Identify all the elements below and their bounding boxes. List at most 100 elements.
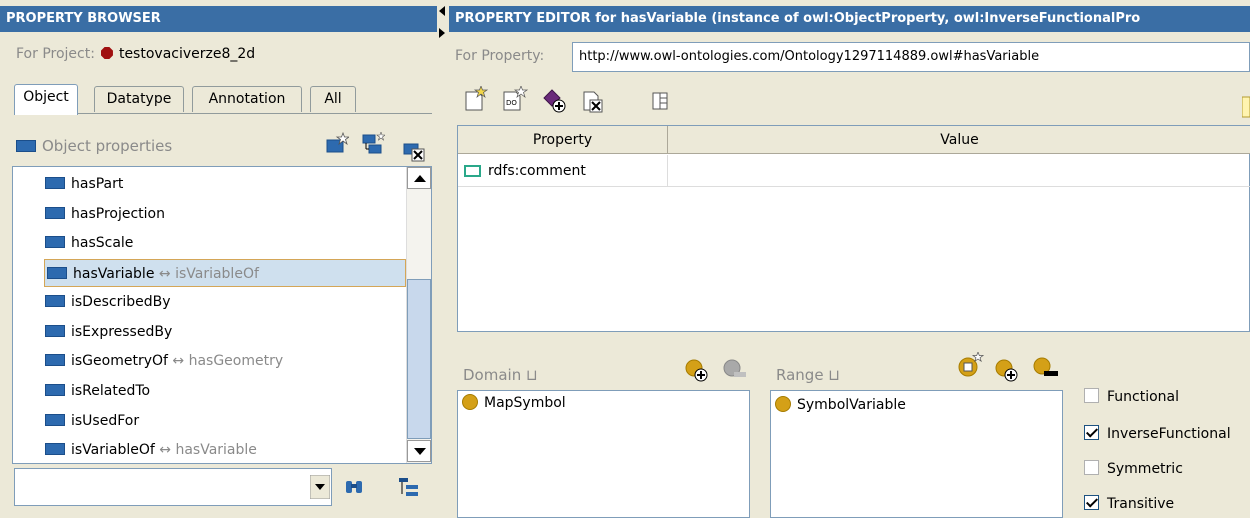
list-item[interactable]: isDescribedBy <box>43 288 171 316</box>
list-item[interactable]: hasScale <box>43 229 133 257</box>
scroll-up-button[interactable] <box>407 167 431 189</box>
property-browser-title: PROPERTY BROWSER <box>0 6 437 32</box>
list-item-label: isExpressedBy <box>71 324 173 340</box>
chevron-down-icon <box>414 448 426 455</box>
remove-range-class-icon[interactable] <box>1032 356 1060 382</box>
scroll-thumb[interactable] <box>407 279 431 439</box>
symmetric-checkbox[interactable]: Symmetric <box>1084 460 1183 477</box>
object-property-icon <box>45 414 65 426</box>
domain-list[interactable]: MapSymbol <box>457 390 750 518</box>
class-icon <box>775 396 791 412</box>
property-editor-title: PROPERTY EDITOR for hasVariable (instanc… <box>449 6 1250 32</box>
for-project: For Project: testovaciverze8_2d <box>16 46 255 62</box>
object-property-icon <box>45 177 65 189</box>
add-range-class-icon[interactable] <box>994 358 1020 384</box>
delete-property-icon[interactable] <box>403 138 427 162</box>
transitive-checkbox[interactable]: Transitive <box>1084 495 1174 512</box>
checkbox-checked[interactable] <box>1084 425 1099 440</box>
checkbox-label: Symmetric <box>1107 461 1183 477</box>
inverse-property-label: ↔ hasGeometry <box>172 353 284 369</box>
inverse-functional-checkbox[interactable]: InverseFunctional <box>1084 425 1231 442</box>
binoculars-icon[interactable] <box>345 478 363 496</box>
range-list[interactable]: SymbolVariable <box>770 390 1063 518</box>
table-cell-value[interactable] <box>668 155 1250 187</box>
delete-value-icon[interactable] <box>580 88 606 114</box>
object-property-icon <box>16 140 36 152</box>
list-item[interactable]: isUsedFor <box>43 407 139 435</box>
domain-label: Domain ⊔ <box>463 366 538 384</box>
list-item-label: hasPart <box>71 176 124 192</box>
tab-datatype[interactable]: Datatype <box>94 86 184 112</box>
object-property-icon <box>45 236 65 248</box>
search-combobox[interactable] <box>14 468 332 506</box>
list-item-label: isRelatedTo <box>71 383 151 399</box>
range-label: Range ⊔ <box>776 366 841 384</box>
property-value-table[interactable]: Property Value rdfs:comment <box>457 125 1250 332</box>
list-item[interactable]: isRelatedTo <box>43 377 150 405</box>
panel-splitter[interactable] <box>437 0 449 518</box>
list-item-label: isVariableOf <box>71 442 155 458</box>
project-stop-icon <box>100 47 113 59</box>
object-property-icon <box>45 325 65 337</box>
list-item[interactable]: MapSymbol <box>462 394 566 411</box>
collapse-right-arrow-icon[interactable] <box>439 28 445 38</box>
list-item[interactable]: isVariableOf ↔ hasVariable <box>43 436 257 464</box>
list-item-selected[interactable]: hasVariable ↔ isVariableOf <box>44 259 406 287</box>
create-subproperty-icon[interactable] <box>361 132 385 156</box>
tab-all[interactable]: All <box>310 86 356 112</box>
for-project-label: For Project: <box>16 46 95 62</box>
class-icon <box>462 394 478 410</box>
chevron-up-icon <box>414 175 426 182</box>
annotation-property-icon <box>464 165 481 177</box>
list-item[interactable]: hasProjection <box>43 200 165 228</box>
create-range-class-icon[interactable] <box>956 352 984 380</box>
table-view-icon[interactable] <box>652 92 668 110</box>
list-item[interactable]: SymbolVariable <box>775 396 906 413</box>
functional-checkbox[interactable]: Functional <box>1084 388 1179 405</box>
list-item-label: isUsedFor <box>71 413 140 429</box>
list-item[interactable]: hasPart <box>43 170 123 198</box>
list-item[interactable]: isGeometryOf ↔ hasGeometry <box>43 347 283 375</box>
object-properties-header: Object properties <box>16 137 172 155</box>
list-item-label: SymbolVariable <box>797 397 906 413</box>
checkbox-unchecked[interactable] <box>1084 460 1099 475</box>
object-property-icon <box>45 207 65 219</box>
create-property-icon[interactable] <box>325 132 349 156</box>
project-name: testovaciverze8_2d <box>118 46 256 62</box>
list-item-label: isDescribedBy <box>71 294 171 310</box>
column-header-value[interactable]: Value <box>668 126 1250 154</box>
inverse-property-label: ↔ isVariableOf <box>158 266 259 282</box>
object-property-icon <box>45 443 65 455</box>
list-item[interactable]: isExpressedBy <box>43 318 172 346</box>
collapse-left-arrow-icon[interactable] <box>439 6 445 16</box>
add-datatype-annotation-icon[interactable]: DO <box>500 86 528 112</box>
checkbox-label: Transitive <box>1107 496 1175 512</box>
checkbox-checked[interactable] <box>1084 495 1099 510</box>
list-item-label: MapSymbol <box>484 395 566 411</box>
scroll-down-button[interactable] <box>407 440 431 462</box>
list-item-label: hasVariable <box>73 266 155 282</box>
checkbox-unchecked[interactable] <box>1084 388 1099 403</box>
tab-annotation[interactable]: Annotation <box>192 86 302 112</box>
add-domain-class-icon[interactable] <box>684 358 710 384</box>
object-properties-title: Object properties <box>42 137 173 155</box>
list-item-label: isGeometryOf <box>71 353 168 369</box>
object-property-icon <box>47 267 67 279</box>
property-uri-field[interactable]: http://www.owl-ontologies.com/Ontology12… <box>572 42 1250 72</box>
svg-text:DO: DO <box>506 99 517 107</box>
table-cell-property[interactable]: rdfs:comment <box>458 155 668 187</box>
add-annotation-icon[interactable] <box>462 86 488 112</box>
checkbox-label: InverseFunctional <box>1107 426 1231 442</box>
list-scrollbar[interactable] <box>406 167 431 463</box>
object-property-icon <box>45 295 65 307</box>
tab-object[interactable]: Object <box>14 84 78 115</box>
object-properties-list[interactable]: hasPart hasProjection hasScale hasVariab… <box>12 166 432 464</box>
hierarchy-view-icon[interactable] <box>398 476 422 498</box>
note-icon[interactable] <box>1242 96 1250 118</box>
list-item-label: hasScale <box>71 235 134 251</box>
search-input[interactable] <box>15 469 305 503</box>
remove-domain-class-icon[interactable] <box>722 358 748 384</box>
search-dropdown-button[interactable] <box>310 475 330 499</box>
column-header-property[interactable]: Property <box>458 126 668 154</box>
add-property-value-icon[interactable] <box>542 88 568 114</box>
